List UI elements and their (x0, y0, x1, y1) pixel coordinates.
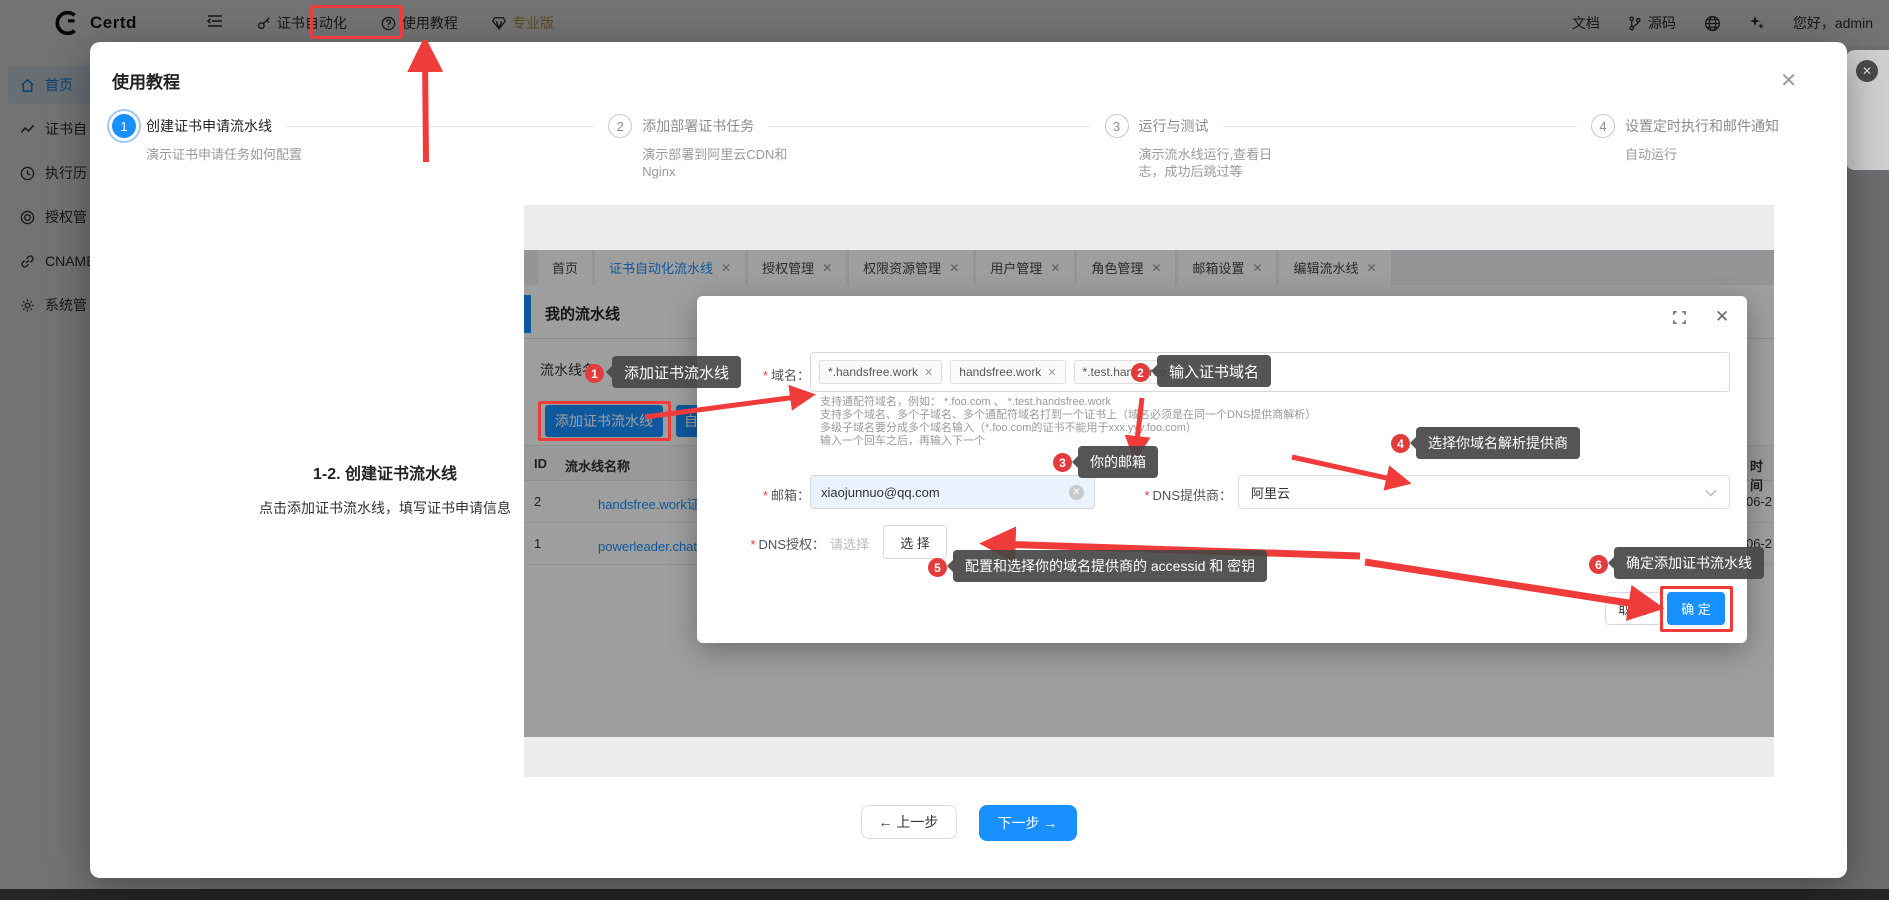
prev-step-button[interactable]: ← 上一步 (861, 805, 957, 839)
email-value: xiaojunnuo@qq.com (821, 485, 940, 500)
domain-tag[interactable]: handsfree.work ✕ (950, 360, 1065, 384)
tag-label: *.test.handsfree.work (1083, 365, 1196, 379)
dns-auth-label: *DNS授权： (717, 534, 825, 553)
step-title: 运行与测试 (1139, 116, 1209, 136)
step-3[interactable]: 3 运行与测试 演示流水线运行,查看日志，成功后跳过等 (1105, 114, 1592, 180)
demo-app-screen: 首页 证书自动化流水线✕ 授权管理✕ 权限资源管理✕ 用户管理✕ 角色管理✕ 邮… (524, 250, 1774, 737)
tag-close-icon[interactable]: ✕ (1201, 366, 1210, 379)
domain-help-text: 支持通配符域名，例如： *.foo.com 、 *.test.handsfree… (820, 396, 1316, 448)
required-mark: * (1144, 488, 1149, 503)
step-1[interactable]: 1 创建证书申请流水线 演示证书申请任务如何配置 (112, 114, 608, 180)
step-number: 3 (1105, 114, 1129, 138)
step-number: 4 (1591, 114, 1615, 138)
tutorial-steps: 1 创建证书申请流水线 演示证书申请任务如何配置 2 添加部署证书任务 演示部署… (112, 114, 1827, 180)
domain-tag[interactable]: *.handsfree.work ✕ (819, 360, 942, 384)
clear-icon[interactable]: ✕ (1069, 485, 1084, 500)
domain-label: *域名： (717, 365, 810, 384)
dns-auth-placeholder: 请选择 (830, 534, 869, 553)
next-step-button[interactable]: 下一步 → (979, 805, 1077, 841)
step-4[interactable]: 4 设置定时执行和邮件通知 自动运行 (1591, 114, 1827, 180)
tag-label: *.handsfree.work (828, 365, 918, 379)
modal-footer: ← 上一步 下一步 → (90, 805, 1847, 841)
step-title: 创建证书申请流水线 (146, 116, 272, 136)
dialog-close-icon[interactable]: ✕ (1715, 307, 1729, 327)
side-drawer-tab: ✕ (1845, 50, 1889, 170)
email-label: *邮箱： (717, 485, 810, 504)
dns-provider-value: 阿里云 (1251, 483, 1290, 502)
step-2[interactable]: 2 添加部署证书任务 演示部署到阿里云CDN和Nginx (608, 114, 1104, 180)
domain-tag[interactable]: *.test.handsfree.work ✕ (1074, 360, 1220, 384)
demo-screenshot: 首页 证书自动化流水线✕ 授权管理✕ 权限资源管理✕ 用户管理✕ 角色管理✕ 邮… (524, 205, 1774, 777)
step-number: 1 (112, 114, 136, 138)
fullscreen-icon[interactable] (1672, 310, 1687, 330)
step-title: 添加部署证书任务 (642, 116, 754, 136)
modal-close-icon[interactable]: ✕ (1780, 68, 1797, 93)
guide-text-block: 1-2. 创建证书流水线 点击添加证书流水线，填写证书申请信息 (180, 460, 590, 518)
guide-desc: 点击添加证书流水线，填写证书申请信息 (180, 498, 590, 518)
guide-title: 1-2. 创建证书流水线 (180, 460, 590, 484)
step-desc: 自动运行 (1625, 146, 1827, 163)
confirm-button[interactable]: 确 定 (1667, 592, 1725, 625)
required-mark: * (750, 537, 755, 552)
step-title: 设置定时执行和邮件通知 (1625, 116, 1779, 136)
required-mark: * (763, 368, 768, 383)
tutorial-modal: 使用教程 ✕ 1 创建证书申请流水线 演示证书申请任务如何配置 2 添加部署证书… (90, 42, 1847, 878)
step-desc: 演示流水线运行,查看日志，成功后跳过等 (1139, 146, 1297, 180)
chevron-down-icon (1705, 485, 1717, 500)
step-number: 2 (608, 114, 632, 138)
drawer-close-icon[interactable]: ✕ (1856, 60, 1878, 82)
tag-label: handsfree.work (959, 365, 1041, 379)
add-pipeline-dialog: ✕ *域名： *.handsfree.work ✕ handsfree.work ✕… (697, 296, 1747, 643)
tutorial-highlight-box (310, 5, 403, 39)
bottom-strip (0, 889, 1889, 900)
cancel-button[interactable]: 取 消 (1605, 592, 1661, 625)
modal-title: 使用教程 (112, 68, 180, 93)
dns-provider-label: *DNS提供商： (1117, 485, 1232, 504)
tag-close-icon[interactable]: ✕ (924, 366, 933, 379)
dns-provider-select[interactable]: 阿里云 (1238, 475, 1730, 509)
domain-tags-input[interactable]: *.handsfree.work ✕ handsfree.work ✕ *.test… (810, 352, 1730, 392)
step-desc: 演示证书申请任务如何配置 (146, 146, 308, 163)
tag-close-icon[interactable]: ✕ (1047, 366, 1056, 379)
email-field[interactable]: xiaojunnuo@qq.com ✕ (810, 475, 1095, 509)
dns-auth-choose-button[interactable]: 选 择 (883, 525, 947, 559)
step-desc: 演示部署到阿里云CDN和Nginx (642, 146, 814, 180)
required-mark: * (763, 488, 768, 503)
app-root: Certd 证书自动化 使用教程 专业版 文档 源码 您好，admin (0, 0, 1889, 900)
